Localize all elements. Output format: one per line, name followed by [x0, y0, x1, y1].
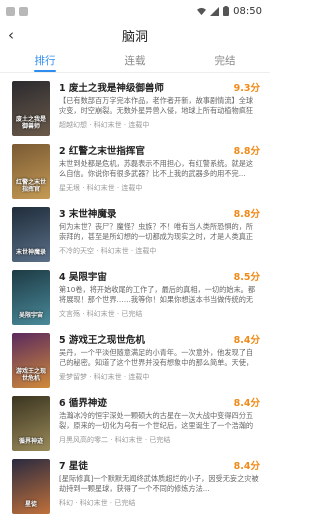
book-cover[interactable]: 末世神魔录: [12, 207, 50, 262]
book-header: 1 废土之我是神级御兽师 9.3分: [59, 81, 260, 94]
book-meta: 文言殇 · 科幻末世 · 已完结: [59, 310, 143, 318]
book-cover-title: 游戏王之现世危机: [15, 368, 46, 382]
notification-icon: [6, 6, 15, 16]
book-description: 何为末世？丧尸？魔怪？虫族？不！唯有当人类所恐惧的，所崇拜的，甚至是所幻想的一切…: [59, 222, 254, 241]
book-score: 8.8分: [233, 146, 260, 157]
book-score: 8.8分: [233, 209, 260, 220]
wifi-icon: [197, 7, 207, 15]
book-info: 1 废土之我是神级御兽师 9.3分 【已有数部百万字完本作品，老作者开新，故事剧…: [59, 81, 260, 136]
chevron-left-icon: ‹: [8, 26, 14, 44]
book-cover-title: 星徒: [24, 501, 37, 508]
book-meta: 星无垠 · 科幻末世 · 连载中: [59, 184, 143, 192]
book-info: 5 游戏王之现世危机 8.4分 吴丹，一个平淡但随意满足的小青年。一次意外，他发…: [59, 333, 260, 388]
book-description: 浩瀚冰冷的恒宇深处一颗硕大的古星在一次大战中变得四分五裂，原来的一切化为乌有一个…: [59, 411, 254, 430]
book-cover[interactable]: 吴限宇宙: [12, 270, 50, 325]
book-meta: 爱梦留梦 · 科幻末世 · 连载中: [59, 373, 150, 381]
book-item[interactable]: 吴限宇宙 4 吴限宇宙 8.5分 第10卷，将开始收尾的工作了，最后的真相，一切…: [0, 262, 270, 325]
book-header: 6 循界神迹 8.4分: [59, 396, 260, 409]
app-notification-icon: [19, 6, 28, 16]
book-title: 5 游戏王之现世危机: [59, 335, 145, 346]
page-title: 脑洞: [121, 29, 148, 45]
book-cover-title: 吴限宇宙: [18, 312, 43, 319]
book-score: 8.4分: [233, 398, 260, 409]
book-list: 废土之我是御兽师 1 废土之我是神级御兽师 9.3分 【已有数部百万字完本作品，…: [0, 73, 270, 514]
book-description: 【已有数部百万字完本作品，老作者开新，故事剧情流】全球灾变，时空崩裂。无数外星异…: [59, 96, 254, 115]
book-header: 2 红警之末世指挥官 8.8分: [59, 144, 260, 157]
status-icons-right: 08:50: [197, 6, 262, 17]
book-item[interactable]: 废土之我是御兽师 1 废土之我是神级御兽师 9.3分 【已有数部百万字完本作品，…: [0, 73, 270, 136]
top-bar: ‹ 脑洞: [0, 22, 270, 48]
book-description: 吴丹，一个平淡但随意满足的小青年。一次意外，他发现了自己的秘密。知道了这个世界并…: [59, 348, 254, 367]
status-icons-left: [6, 6, 28, 16]
book-title: 2 红警之末世指挥官: [59, 146, 145, 157]
book-description: [星际修真]一个默默无闻终武体质超烂的小子，因受无妄之灾被劫持到一颗星球，获得了…: [59, 474, 259, 493]
signal-icon: [210, 6, 220, 16]
status-bar: 08:50: [0, 0, 270, 22]
book-meta: 不冷的天空 · 科幻末世 · 连载中: [59, 247, 157, 255]
book-title: 1 废土之我是神级御兽师: [59, 83, 164, 94]
book-cover[interactable]: 废土之我是御兽师: [12, 81, 50, 136]
book-item[interactable]: 红警之末世指挥官 2 红警之末世指挥官 8.8分 末世到处都是危机，苏磊表示不用…: [0, 136, 270, 199]
book-cover[interactable]: 红警之末世指挥官: [12, 144, 50, 199]
book-description: 末世到处都是危机，苏磊表示不用担心，有红警系统。就是这么自信。你说你有很多武器？…: [59, 159, 254, 178]
book-header: 5 游戏王之现世危机 8.4分: [59, 333, 260, 346]
book-header: 4 吴限宇宙 8.5分: [59, 270, 260, 283]
book-description: 第10卷，将开始收尾的工作了，最后的真相，一切的始末。都将展现！那个世界……我等…: [59, 285, 256, 304]
book-score: 9.3分: [233, 83, 260, 94]
tab-serializing[interactable]: 连载: [90, 48, 180, 72]
book-meta: 科幻 · 科幻末世 · 已完结: [59, 499, 136, 507]
clock: 08:50: [233, 5, 262, 17]
book-meta: 月黑风高的零二 · 科幻末世 · 已完结: [59, 436, 171, 444]
book-meta: 超越幻想 · 科幻末世 · 连载中: [59, 121, 150, 129]
tab-completed[interactable]: 完结: [180, 48, 270, 72]
book-info: 7 星徒 8.4分 [星际修真]一个默默无闻终武体质超烂的小子，因受无妄之灾被劫…: [59, 459, 260, 514]
book-score: 8.4分: [233, 335, 260, 346]
book-cover-title: 红警之末世指挥官: [15, 179, 46, 193]
book-info: 2 红警之末世指挥官 8.8分 末世到处都是危机，苏磊表示不用担心，有红警系统。…: [59, 144, 260, 199]
book-item[interactable]: 星徒 7 星徒 8.4分 [星际修真]一个默默无闻终武体质超烂的小子，因受无妄之…: [0, 451, 270, 514]
book-score: 8.4分: [233, 461, 260, 472]
book-cover-title: 废土之我是御兽师: [15, 116, 46, 130]
book-cover-title: 末世神魔录: [15, 249, 46, 256]
back-button[interactable]: ‹: [8, 22, 28, 48]
book-title: 4 吴限宇宙: [59, 272, 107, 283]
book-info: 3 末世神魔录 8.8分 何为末世？丧尸？魔怪？虫族？不！唯有当人类所恐惧的，所…: [59, 207, 260, 262]
book-cover[interactable]: 星徒: [12, 459, 50, 514]
book-item[interactable]: 游戏王之现世危机 5 游戏王之现世危机 8.4分 吴丹，一个平淡但随意满足的小青…: [0, 325, 270, 388]
tab-bar: 排行 连载 完结: [0, 48, 270, 73]
book-item[interactable]: 末世神魔录 3 末世神魔录 8.8分 何为末世？丧尸？魔怪？虫族？不！唯有当人类…: [0, 199, 270, 262]
book-title: 6 循界神迹: [59, 398, 107, 409]
book-score: 8.5分: [233, 272, 260, 283]
book-info: 6 循界神迹 8.4分 浩瀚冰冷的恒宇深处一颗硕大的古星在一次大战中变得四分五裂…: [59, 396, 260, 451]
book-cover[interactable]: 游戏王之现世危机: [12, 333, 50, 388]
book-title: 3 末世神魔录: [59, 209, 117, 220]
tab-ranking[interactable]: 排行: [0, 48, 90, 72]
book-cover[interactable]: 循界神迹: [12, 396, 50, 451]
book-header: 7 星徒 8.4分: [59, 459, 260, 472]
book-title: 7 星徒: [59, 461, 88, 472]
book-info: 4 吴限宇宙 8.5分 第10卷，将开始收尾的工作了，最后的真相，一切的始末。都…: [59, 270, 260, 325]
battery-icon: [223, 6, 230, 16]
book-item[interactable]: 循界神迹 6 循界神迹 8.4分 浩瀚冰冷的恒宇深处一颗硕大的古星在一次大战中变…: [0, 388, 270, 451]
book-header: 3 末世神魔录 8.8分: [59, 207, 260, 220]
book-cover-title: 循界神迹: [18, 438, 43, 445]
